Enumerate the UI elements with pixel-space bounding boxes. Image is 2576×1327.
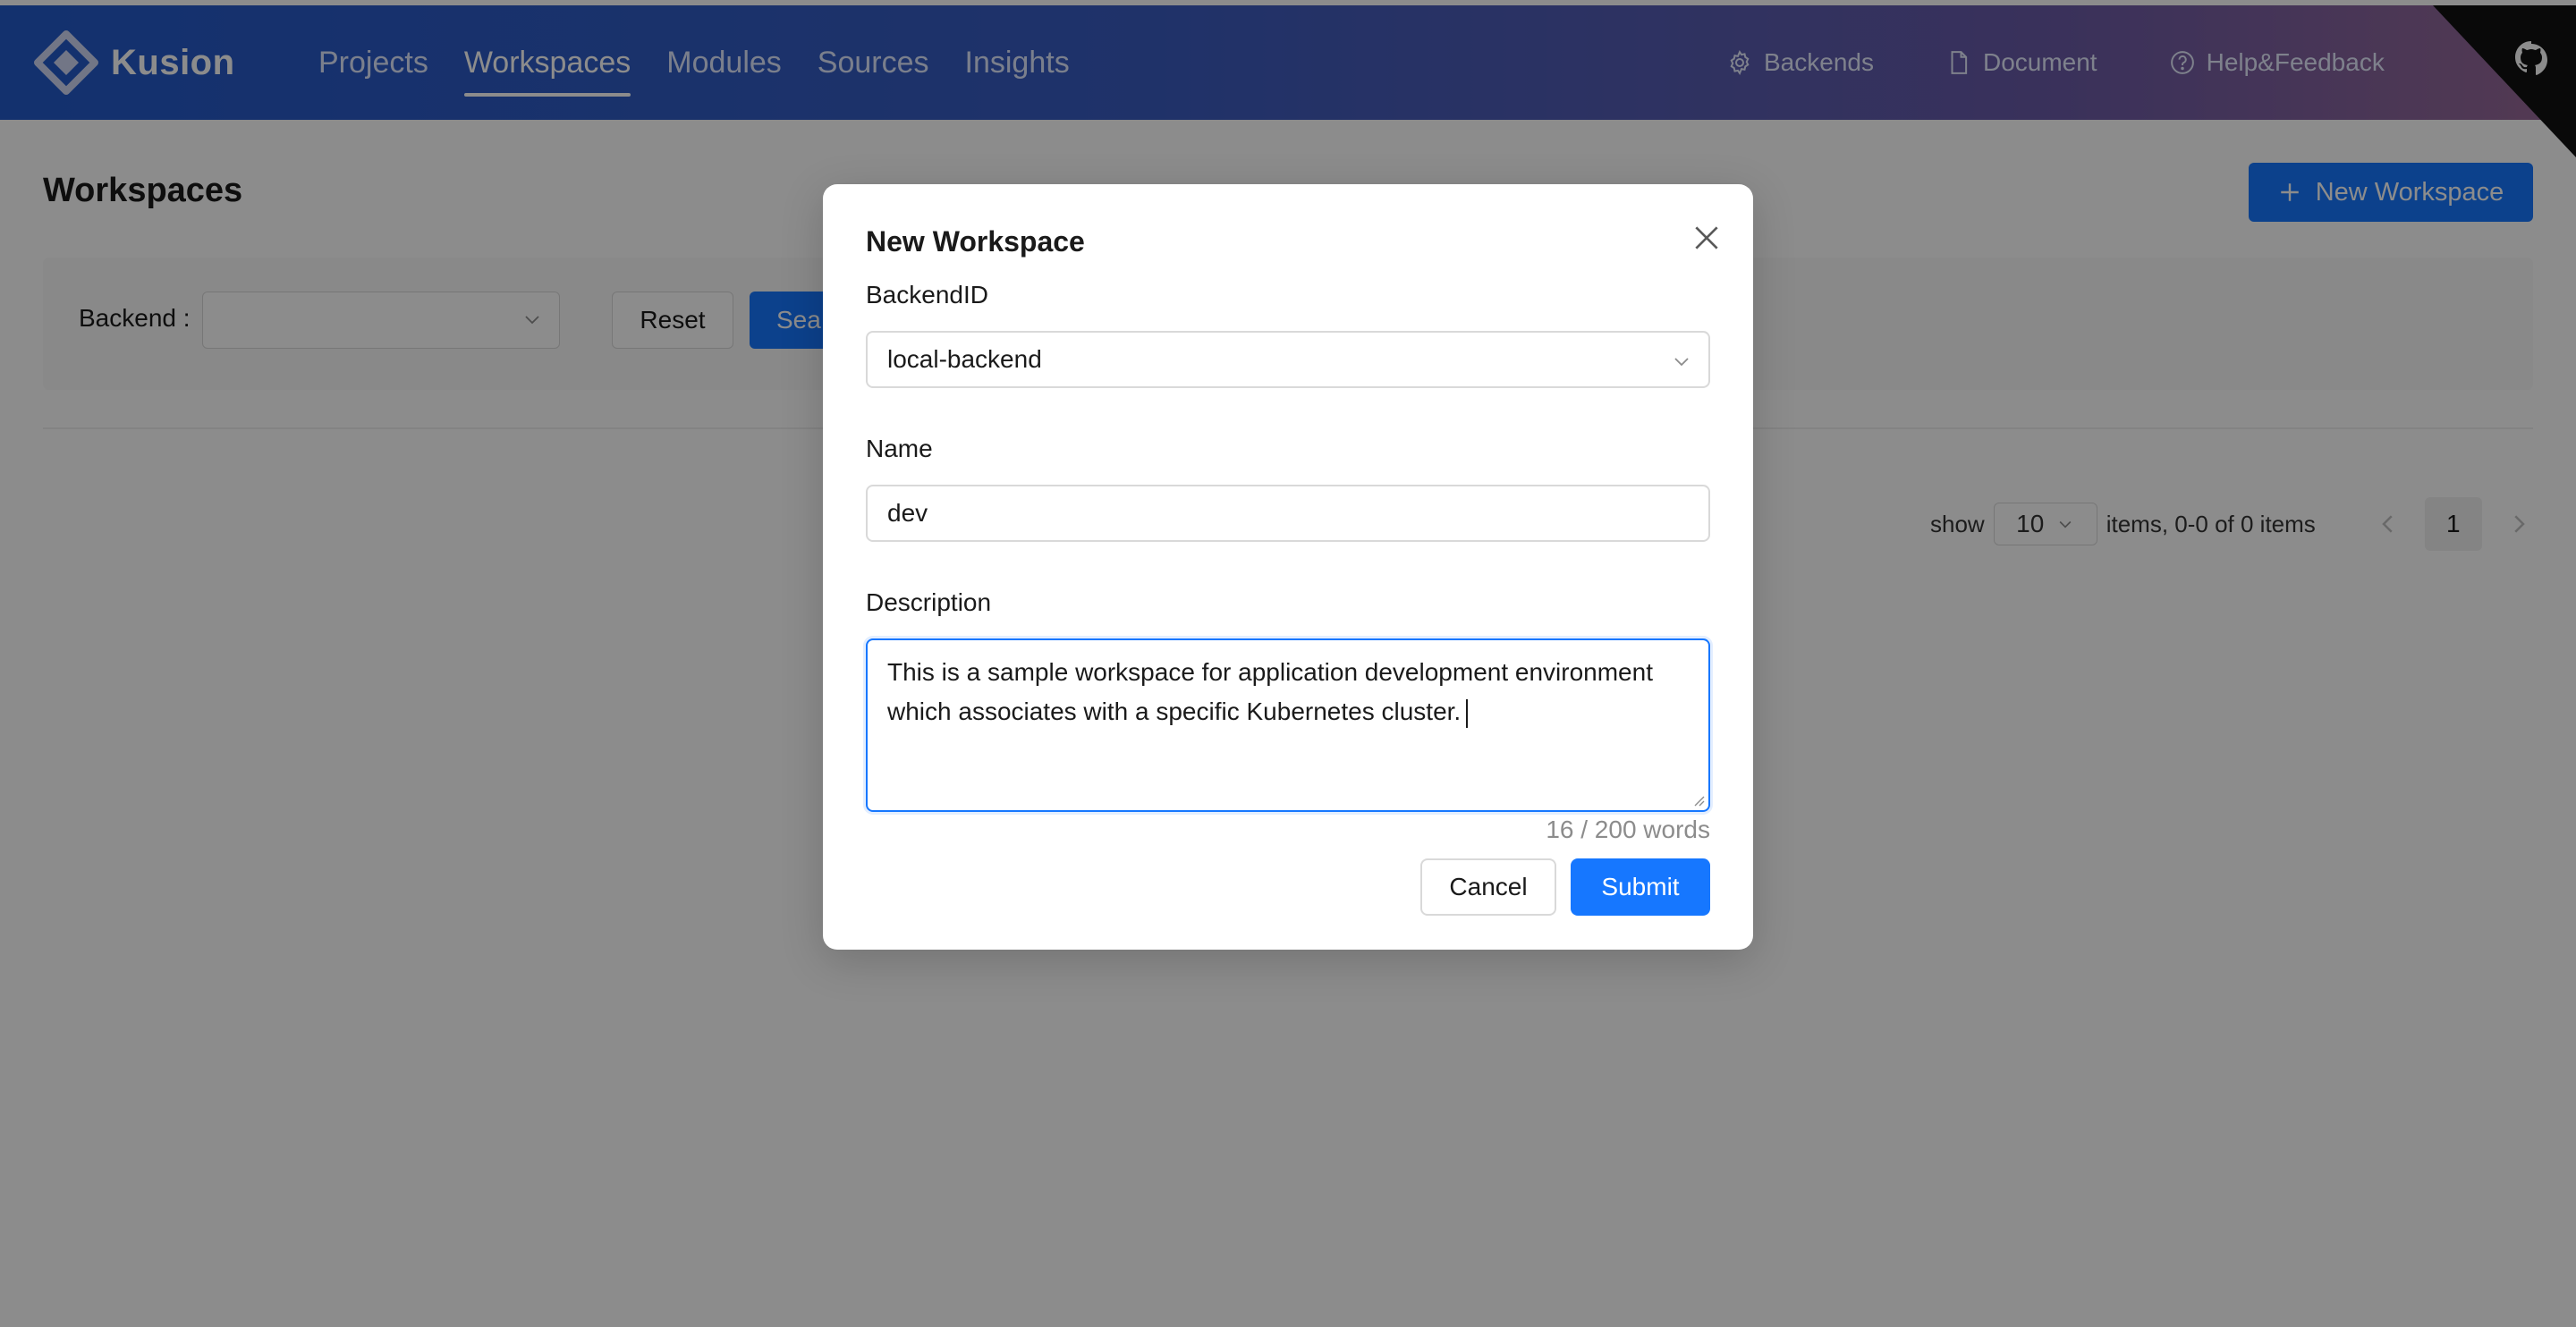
backend-id-label: BackendID [866, 281, 988, 309]
description-textarea[interactable]: This is a sample workspace for applicati… [866, 638, 1710, 812]
submit-button[interactable]: Submit [1571, 858, 1710, 916]
new-workspace-modal: New Workspace BackendID local-backend Na… [823, 184, 1753, 950]
close-icon[interactable] [1689, 220, 1724, 256]
name-label: Name [866, 435, 933, 462]
backend-id-value: local-backend [887, 345, 1042, 373]
name-input[interactable]: dev [866, 485, 1710, 542]
cancel-button[interactable]: Cancel [1420, 858, 1556, 916]
name-input-value: dev [887, 499, 928, 527]
chevron-down-icon [1674, 358, 1689, 367]
description-text: This is a sample workspace for applicati… [887, 658, 1653, 725]
text-caret [1466, 698, 1469, 728]
resize-grip-icon[interactable] [1690, 792, 1705, 807]
modal-title: New Workspace [866, 225, 1085, 258]
description-label: Description [866, 588, 992, 616]
backend-id-select[interactable]: local-backend [866, 331, 1710, 388]
word-count: 16 / 200 words [1546, 816, 1710, 843]
